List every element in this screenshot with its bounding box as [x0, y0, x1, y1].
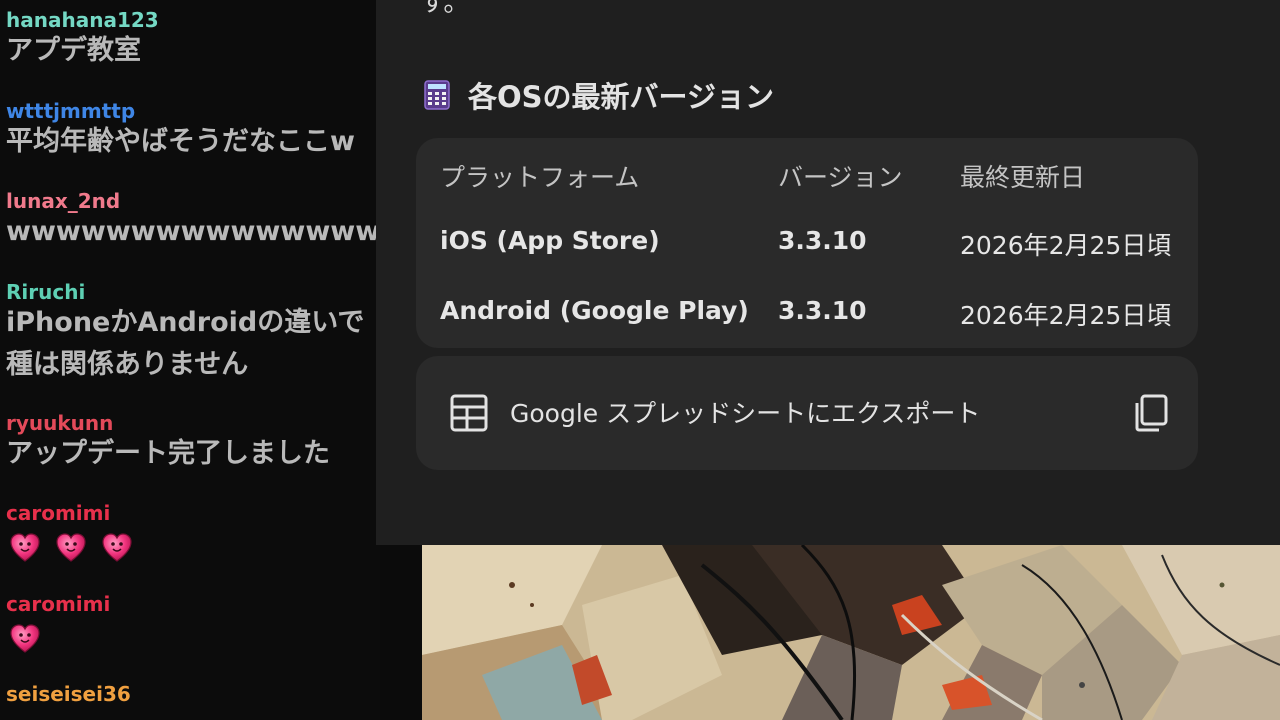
emote-row	[8, 622, 380, 656]
chat-username[interactable]: Riruchi	[6, 280, 380, 304]
chat-username[interactable]: lunax_2nd	[6, 189, 380, 213]
table-cell-date: 2026年2月25日頃	[960, 301, 1172, 330]
column-header-platform: プラットフォーム	[440, 163, 640, 192]
heart-emote-icon	[10, 533, 40, 562]
column-header-version: バージョン	[778, 163, 903, 192]
chat-message: Riruchi iPhoneかAndroidの違いで 種は関係ありません	[6, 280, 380, 386]
chat-message: lunax_2nd wwwwwwwwwwwwwww	[6, 189, 380, 253]
chat-message: wtttjmmttp 平均年齢やばそうだなここw	[6, 99, 380, 163]
chat-message: ryuukunn アップデート完了しました	[6, 411, 380, 475]
chat-text: アップデート完了しました	[6, 438, 330, 469]
chat-panel: hanahana123 アプデ教室 wtttjmmttp 平均年齢やばそうだなこ…	[0, 0, 380, 720]
chat-text: wwwwwwwwwwwwwww	[6, 216, 380, 247]
heart-emote-icon	[10, 624, 40, 653]
chat-text: アプデ教室	[6, 35, 141, 66]
chat-username[interactable]: hanahana123	[6, 8, 380, 32]
chat-message: caromimi	[6, 592, 380, 656]
chat-message: hanahana123 アプデ教室	[6, 8, 380, 72]
table-cell-version: 3.3.10	[778, 226, 867, 255]
chat-username[interactable]: ryuukunn	[6, 411, 380, 435]
versions-table: プラットフォーム バージョン 最終更新日 iOS (App Store) 3.3…	[416, 138, 1198, 348]
export-label: Google スプレッドシートにエクスポート	[510, 399, 981, 428]
abacus-icon	[424, 80, 450, 110]
chat-username[interactable]: caromimi	[6, 592, 380, 616]
background-artwork-image	[422, 545, 1280, 720]
heart-emote-icon	[56, 533, 86, 562]
table-cell-platform: Android (Google Play)	[440, 296, 749, 325]
chat-message: seiseisei36	[6, 682, 380, 706]
chat-text: 平均年齢やばそうだなここw	[6, 126, 355, 157]
chat-username[interactable]: wtttjmmttp	[6, 99, 380, 123]
chat-message: caromimi	[6, 501, 380, 565]
copy-icon[interactable]	[1134, 394, 1168, 432]
table-cell-version: 3.3.10	[778, 296, 867, 325]
table-cell-date: 2026年2月25日頃	[960, 231, 1172, 260]
ai-answer-card: す。 各OSの最新バージョン プラットフォーム バージョン 最終更新日 iOS …	[376, 0, 1280, 545]
chat-username[interactable]: caromimi	[6, 501, 380, 525]
clipped-text: す。	[420, 0, 470, 18]
table-icon	[450, 394, 488, 432]
export-to-sheets-button[interactable]: Google スプレッドシートにエクスポート	[416, 356, 1198, 470]
section-title: 各OSの最新バージョン	[468, 80, 774, 114]
heart-emote-icon	[102, 533, 132, 562]
chat-text: iPhoneかAndroidの違いで 種は関係ありません	[6, 307, 365, 380]
emote-row	[8, 531, 380, 565]
stream-screen: hanahana123 アプデ教室 wtttjmmttp 平均年齢やばそうだなこ…	[0, 0, 1280, 720]
table-cell-platform: iOS (App Store)	[440, 226, 660, 255]
column-header-updated: 最終更新日	[960, 163, 1086, 192]
section-heading: 各OSの最新バージョン	[424, 74, 774, 116]
chat-username[interactable]: seiseisei36	[6, 682, 380, 706]
